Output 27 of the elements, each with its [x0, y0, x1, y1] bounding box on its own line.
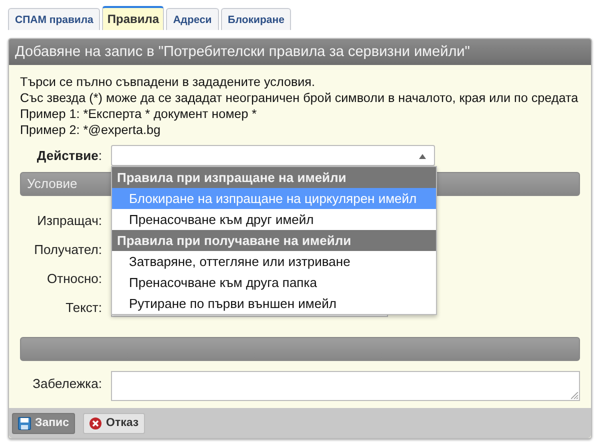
instruction-text: Пример 2: *@experta.bg: [20, 122, 162, 138]
caret-icon: [419, 154, 426, 158]
field-label: Получател:: [33, 242, 103, 256]
field-label: Относно:: [46, 270, 103, 286]
dropdown-option[interactable]: Рутиране по първи външен имейл: [112, 292, 436, 314]
action-select[interactable]: [111, 144, 435, 166]
instruction-text: Търси се пълно съвпадени в зададените условия.: [20, 74, 316, 90]
tab[interactable]: Блокиране: [220, 8, 292, 30]
instruction-text: Със звезда (*) може да се зададат неограничен брой символи в началото, края или по средата: [20, 90, 580, 106]
panel-title: Добавяне на запис в "Потребителски правила за сервизни имейли": [9, 39, 591, 65]
cancel-button[interactable]: Отказ: [83, 412, 145, 434]
field-label: Текст:: [64, 300, 103, 314]
tab[interactable]: СПАМ правила: [8, 8, 100, 30]
option-group-header: Правила при изпращане на имейли: [112, 166, 436, 188]
tab[interactable]: Адреси: [166, 8, 219, 30]
dropdown-option[interactable]: Затваряне, оттегляне или изтриване: [112, 250, 436, 272]
tab[interactable]: Правила: [102, 6, 164, 30]
option-group-header: Правила при получаване на имейли: [112, 230, 436, 250]
instruction-text: Пример 1: *Експерта * документ номер *: [20, 106, 258, 122]
field-label: Действие:: [36, 148, 103, 162]
dropdown-option[interactable]: Пренасочване към друга папка: [112, 272, 436, 292]
close-icon: [89, 416, 102, 430]
resize-grip-icon: [571, 392, 578, 399]
field-label: Забележка:: [32, 375, 103, 391]
dropdown-option[interactable]: Пренасочване към друг имейл: [112, 208, 436, 230]
field-label: Изпращач:: [36, 212, 103, 228]
note-textarea[interactable]: [111, 371, 580, 401]
